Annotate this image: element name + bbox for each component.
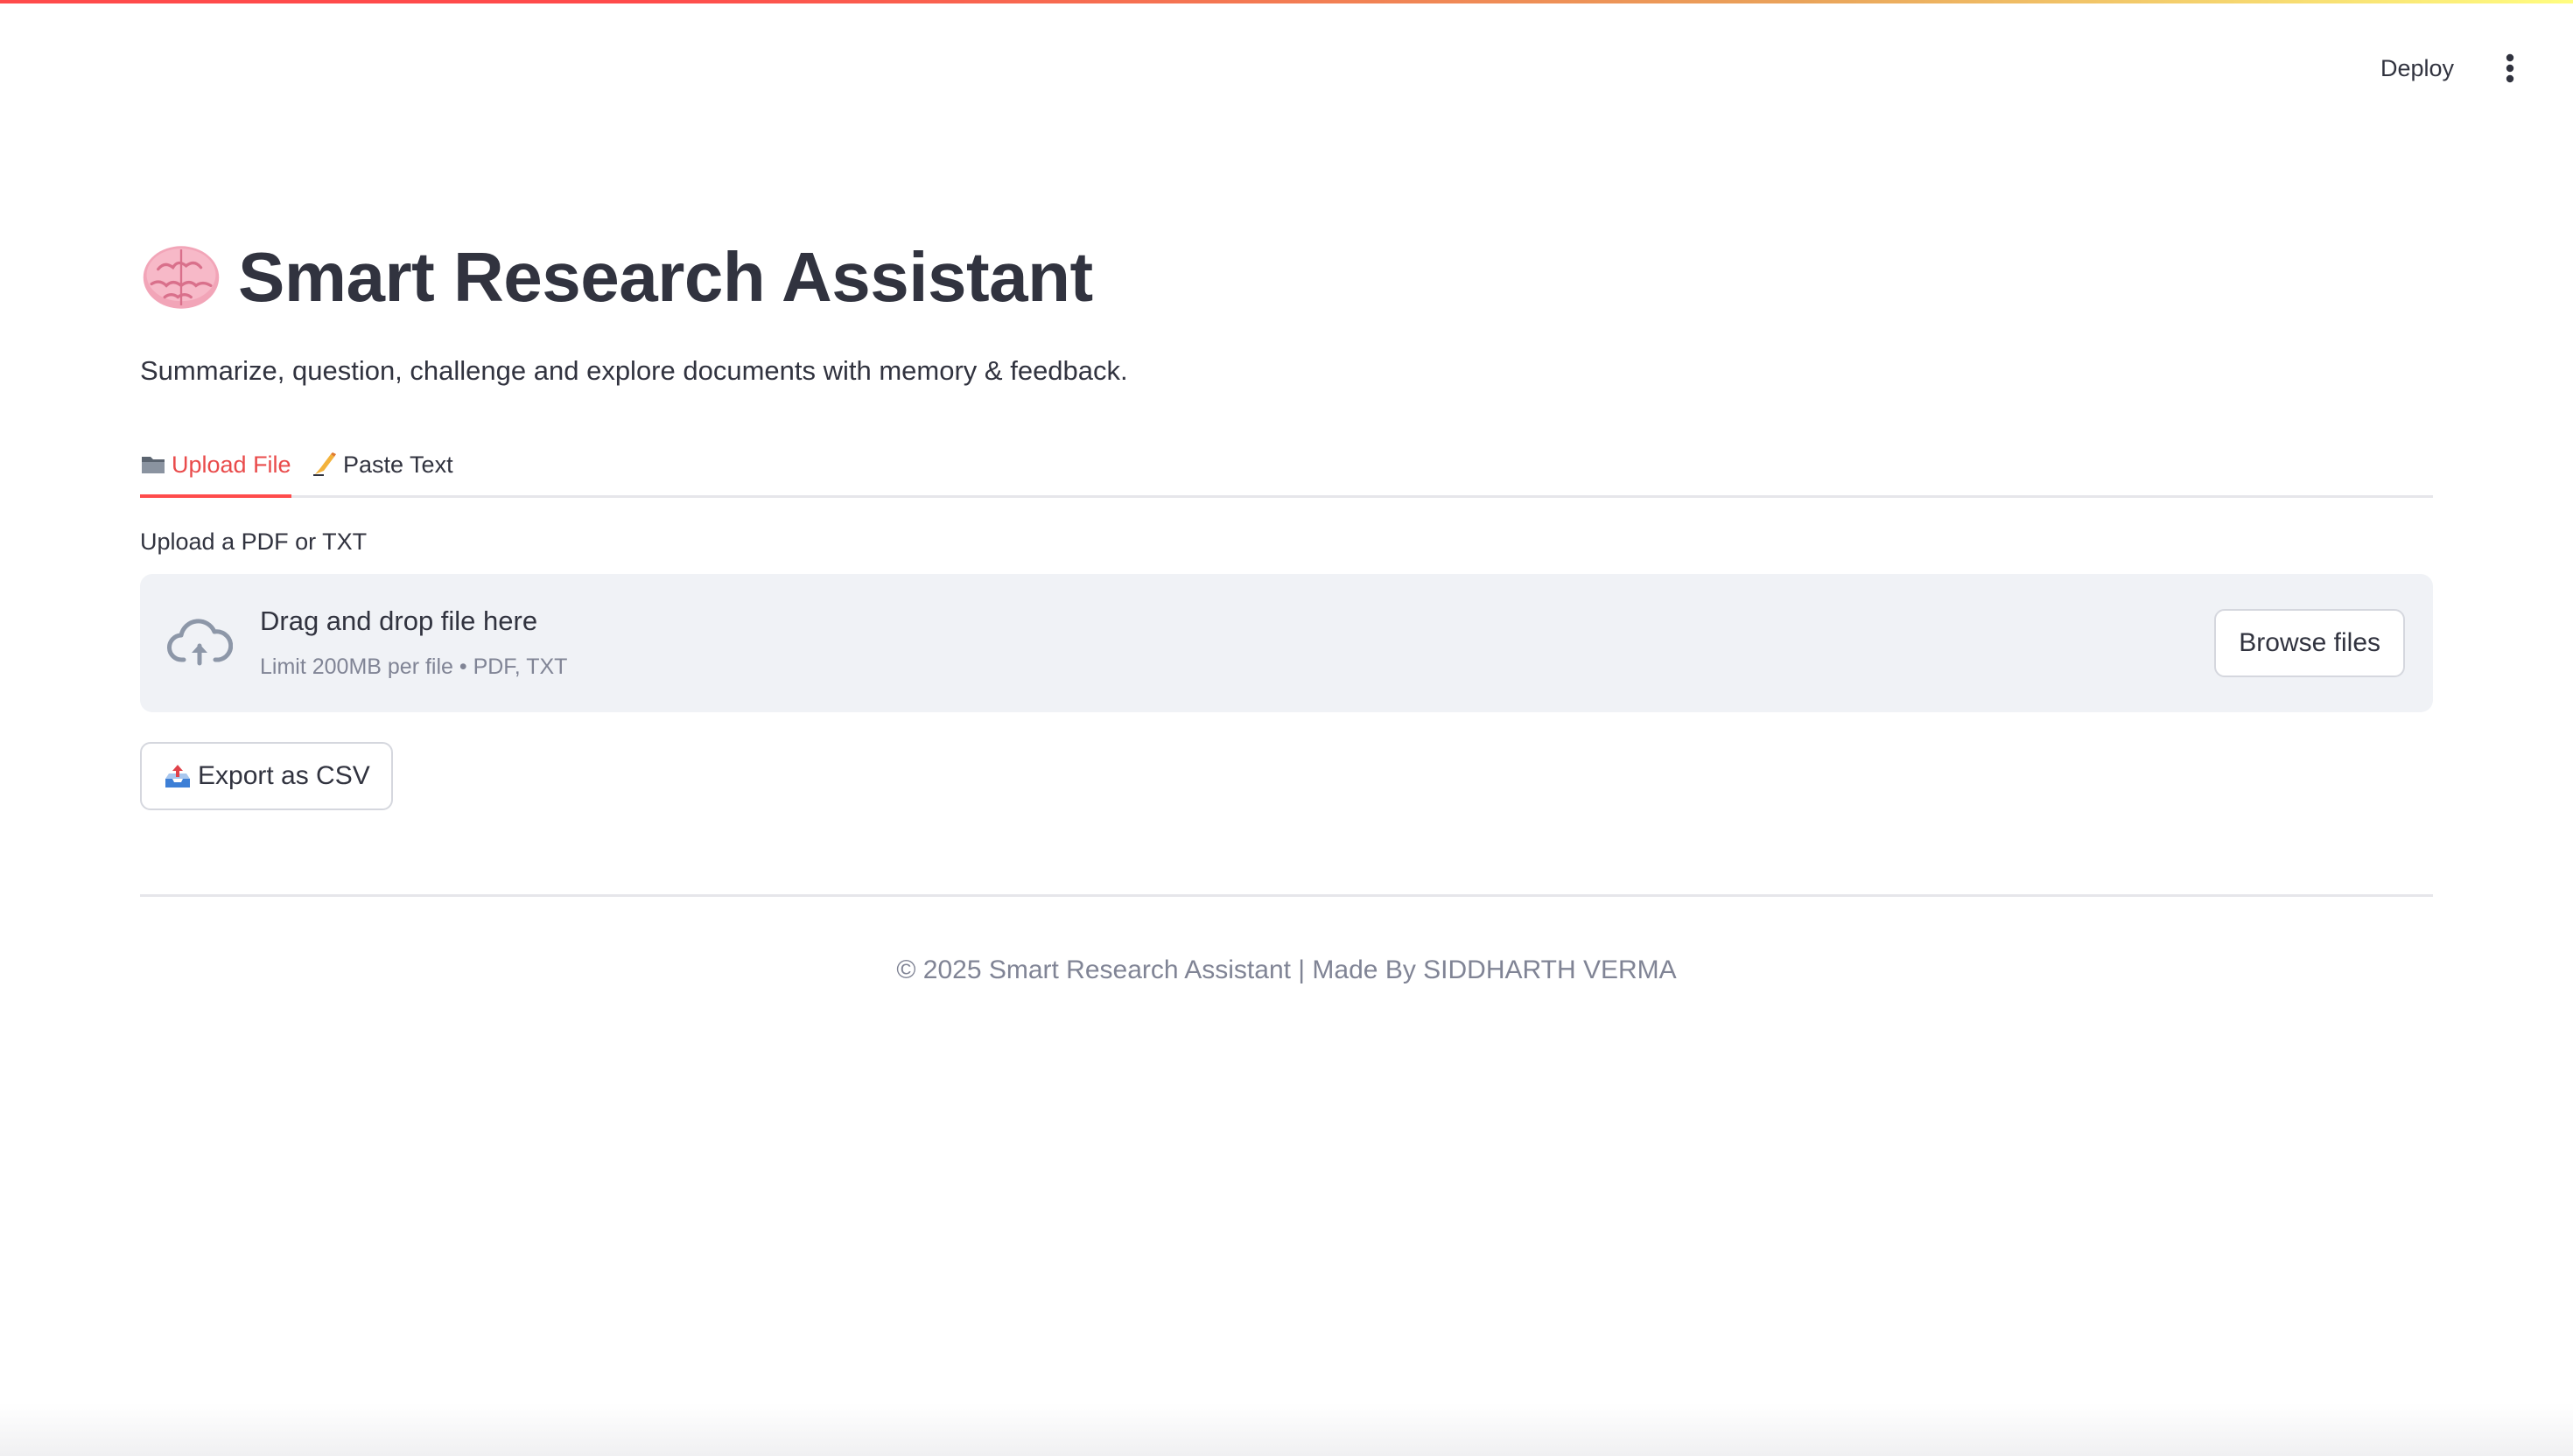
more-vertical-icon: [2506, 53, 2514, 83]
outbox-tray-icon: [165, 765, 190, 788]
writing-hand-icon: [313, 452, 336, 476]
export-csv-label: Export as CSV: [198, 761, 370, 790]
export-csv-button[interactable]: Export as CSV: [140, 742, 393, 810]
brain-icon: [143, 246, 220, 309]
tab-paste-text[interactable]: Paste Text: [312, 434, 453, 495]
cloud-upload-icon: [167, 619, 233, 666]
file-dropzone[interactable]: Drag and drop file here Limit 200MB per …: [140, 574, 2433, 712]
app-header: Deploy: [0, 4, 2573, 122]
footer-text: © 2025 Smart Research Assistant | Made B…: [896, 956, 1677, 984]
page-title: Smart Research Assistant: [238, 238, 1093, 316]
dropzone-limit-text: Limit 200MB per file • PDF, TXT: [260, 654, 568, 679]
tab-upload-file[interactable]: Upload File: [140, 434, 291, 498]
folder-icon: [142, 457, 165, 473]
footer-divider: [140, 894, 2433, 897]
dropzone-title: Drag and drop file here: [260, 606, 538, 636]
tab-paste-text-label: Paste Text: [343, 451, 453, 478]
bottom-shade: [0, 1404, 2573, 1456]
page-title-row: Smart Research Assistant: [140, 229, 1093, 326]
main-menu-button[interactable]: [2487, 46, 2533, 91]
uploader-label: Upload a PDF or TXT: [140, 528, 368, 555]
deploy-button[interactable]: Deploy: [2366, 46, 2468, 91]
browse-files-button[interactable]: Browse files: [2214, 609, 2405, 677]
tab-upload-file-label: Upload File: [172, 451, 291, 478]
page-subtitle: Summarize, question, challenge and explo…: [140, 355, 1128, 386]
tab-bar: Upload File Paste Text: [140, 434, 2433, 498]
